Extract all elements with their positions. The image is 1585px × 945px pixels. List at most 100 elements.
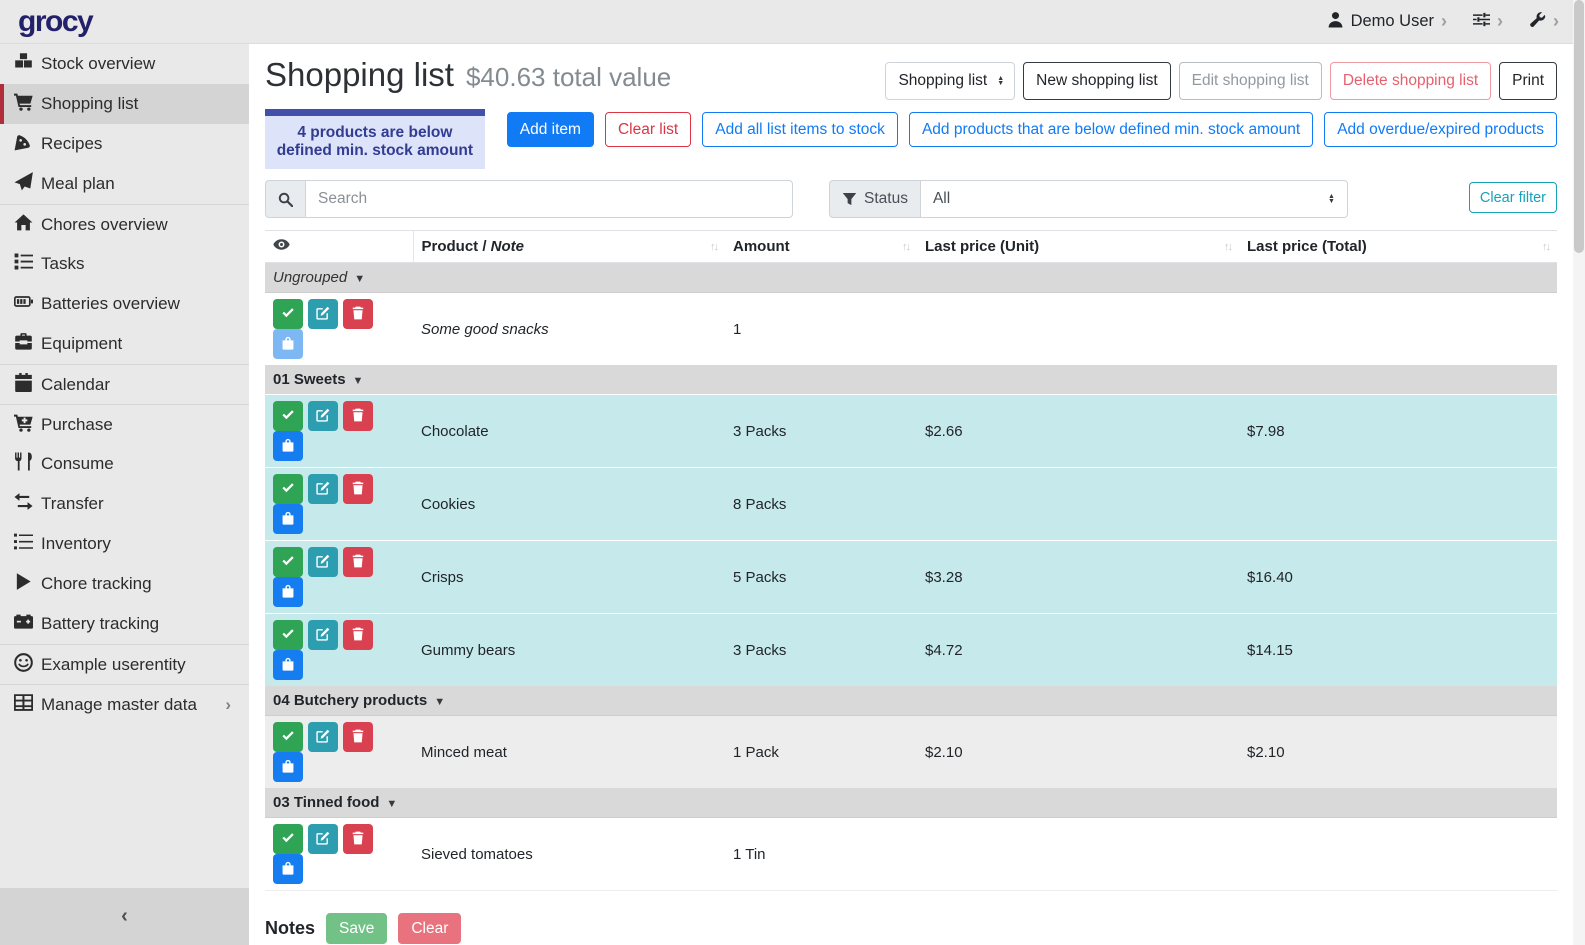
edit-shopping-list-button[interactable]: Edit shopping list [1179, 62, 1322, 100]
column-header-amount[interactable]: Amount↑↓ [725, 231, 917, 263]
sidebar-item-manage-master-data[interactable]: Manage master data› [0, 684, 249, 724]
sidebar-collapse[interactable]: ‹ [0, 888, 249, 945]
done-row-button[interactable] [273, 299, 303, 329]
edit-row-button[interactable] [308, 620, 338, 650]
product-card-row-button[interactable] [273, 329, 303, 359]
cell-product: Some good snacks [413, 293, 725, 366]
app-logo[interactable]: grocy [18, 5, 92, 39]
product-card-row-button[interactable] [273, 577, 303, 607]
done-row-button[interactable] [273, 474, 303, 504]
table-row-some-good-snacks: Some good snacks1 [265, 293, 1557, 366]
caret-updown-icon: ▲▼ [997, 76, 1004, 86]
sidebar-item-consume[interactable]: Consume [0, 444, 249, 484]
edit-row-button[interactable] [308, 299, 338, 329]
user-menu[interactable]: Demo User › [1327, 11, 1447, 33]
sidebar-item-stock-overview[interactable]: Stock overview [0, 44, 249, 84]
delete-row-button[interactable] [343, 547, 373, 577]
group-row-01-sweets[interactable]: 01 Sweets▼ [265, 365, 1557, 395]
shopping-cart-icon [14, 92, 33, 116]
bag-icon [281, 584, 295, 601]
bag-icon [281, 759, 295, 776]
sidebar-item-recipes[interactable]: Recipes [0, 124, 249, 164]
print-button[interactable]: Print [1499, 62, 1557, 100]
check-icon [281, 627, 295, 644]
clear-list-button[interactable]: Clear list [605, 112, 691, 147]
product-card-row-button[interactable] [273, 854, 303, 884]
edit-row-button[interactable] [308, 401, 338, 431]
column-header-product-note[interactable]: Product / Note↑↓ [413, 231, 725, 263]
cell-last-price-total: $2.10 [1239, 716, 1557, 789]
sidebar-item-example-userentity[interactable]: Example userentity [0, 644, 249, 684]
delete-row-button[interactable] [343, 824, 373, 854]
add-item-button[interactable]: Add item [507, 112, 594, 147]
toolbox-icon [14, 332, 33, 356]
clear-filter-button[interactable]: Clear filter [1469, 182, 1557, 213]
cell-last-price-total: $14.15 [1239, 614, 1557, 687]
wrench-icon [1529, 11, 1546, 33]
cell-last-price-total: $7.98 [1239, 395, 1557, 468]
product-card-row-button[interactable] [273, 752, 303, 782]
sidebar-item-chore-tracking[interactable]: Chore tracking [0, 564, 249, 604]
sidebar-item-calendar[interactable]: Calendar [0, 364, 249, 404]
delete-row-button[interactable] [343, 299, 373, 329]
settings-menu[interactable]: › [1473, 11, 1503, 33]
notes-save-button[interactable]: Save [326, 913, 387, 944]
done-row-button[interactable] [273, 722, 303, 752]
delete-row-button[interactable] [343, 722, 373, 752]
group-row-03-tinned-food[interactable]: 03 Tinned food▼ [265, 788, 1557, 818]
trash-icon [351, 831, 365, 848]
sidebar-item-equipment[interactable]: Equipment [0, 324, 249, 364]
done-row-button[interactable] [273, 824, 303, 854]
edit-icon [316, 481, 330, 498]
user-icon [1327, 11, 1344, 33]
delete-row-button[interactable] [343, 620, 373, 650]
group-row-04-butchery-products[interactable]: 04 Butchery products▼ [265, 686, 1557, 716]
column-visibility-toggle[interactable] [265, 231, 413, 263]
done-row-button[interactable] [273, 401, 303, 431]
table-row-minced-meat: Minced meat1 Pack$2.10$2.10 [265, 716, 1557, 789]
delete-row-button[interactable] [343, 474, 373, 504]
sidebar-item-chores-overview[interactable]: Chores overview [0, 204, 249, 244]
edit-icon [316, 627, 330, 644]
sidebar-item-purchase[interactable]: Purchase [0, 404, 249, 444]
add-all-list-items-to-stock-button[interactable]: Add all list items to stock [702, 112, 898, 147]
new-shopping-list-button[interactable]: New shopping list [1023, 62, 1170, 100]
sidebar-item-label: Tasks [41, 254, 84, 274]
top-navbar: grocy Demo User › › › [0, 0, 1585, 44]
sidebar-item-batteries-overview[interactable]: Batteries overview [0, 284, 249, 324]
sidebar-item-inventory[interactable]: Inventory [0, 524, 249, 564]
search-input[interactable] [305, 180, 793, 218]
done-row-button[interactable] [273, 620, 303, 650]
delete-row-button[interactable] [343, 401, 373, 431]
column-header-last-price-total[interactable]: Last price (Total)↑↓ [1239, 231, 1557, 263]
add-overdue-expired-products-button[interactable]: Add overdue/expired products [1324, 112, 1557, 147]
table-row-crisps: Crisps5 Packs$3.28$16.40 [265, 541, 1557, 614]
cart-plus-icon [14, 413, 33, 437]
column-header-last-price-unit[interactable]: Last price (Unit)↑↓ [917, 231, 1239, 263]
utensils-icon [14, 452, 33, 476]
sidebar-item-label: Transfer [41, 494, 104, 514]
sidebar-item-tasks[interactable]: Tasks [0, 244, 249, 284]
cell-last-price-unit: $2.66 [917, 395, 1239, 468]
edit-row-button[interactable] [308, 824, 338, 854]
done-row-button[interactable] [273, 547, 303, 577]
group-row-ungrouped[interactable]: Ungrouped▼ [265, 263, 1557, 293]
notes-clear-button[interactable]: Clear [398, 913, 461, 944]
product-card-row-button[interactable] [273, 650, 303, 680]
product-card-row-button[interactable] [273, 431, 303, 461]
edit-row-button[interactable] [308, 722, 338, 752]
edit-row-button[interactable] [308, 547, 338, 577]
cell-last-price-unit [917, 818, 1239, 891]
scrollbar-thumb[interactable] [1574, 0, 1584, 253]
add-products-that-are-below-defined-min-stock-amount-button[interactable]: Add products that are below defined min.… [909, 112, 1313, 147]
product-card-row-button[interactable] [273, 504, 303, 534]
sidebar-item-shopping-list[interactable]: Shopping list [0, 84, 249, 124]
sidebar-item-meal-plan[interactable]: Meal plan [0, 164, 249, 204]
sidebar-item-battery-tracking[interactable]: Battery tracking [0, 604, 249, 644]
sidebar-item-transfer[interactable]: Transfer [0, 484, 249, 524]
delete-shopping-list-button[interactable]: Delete shopping list [1330, 62, 1491, 100]
edit-row-button[interactable] [308, 474, 338, 504]
status-select[interactable]: All ▲▼ [920, 180, 1348, 218]
admin-menu[interactable]: › [1529, 11, 1559, 33]
shopping-list-select[interactable]: Shopping list ▲▼ [885, 62, 1015, 100]
